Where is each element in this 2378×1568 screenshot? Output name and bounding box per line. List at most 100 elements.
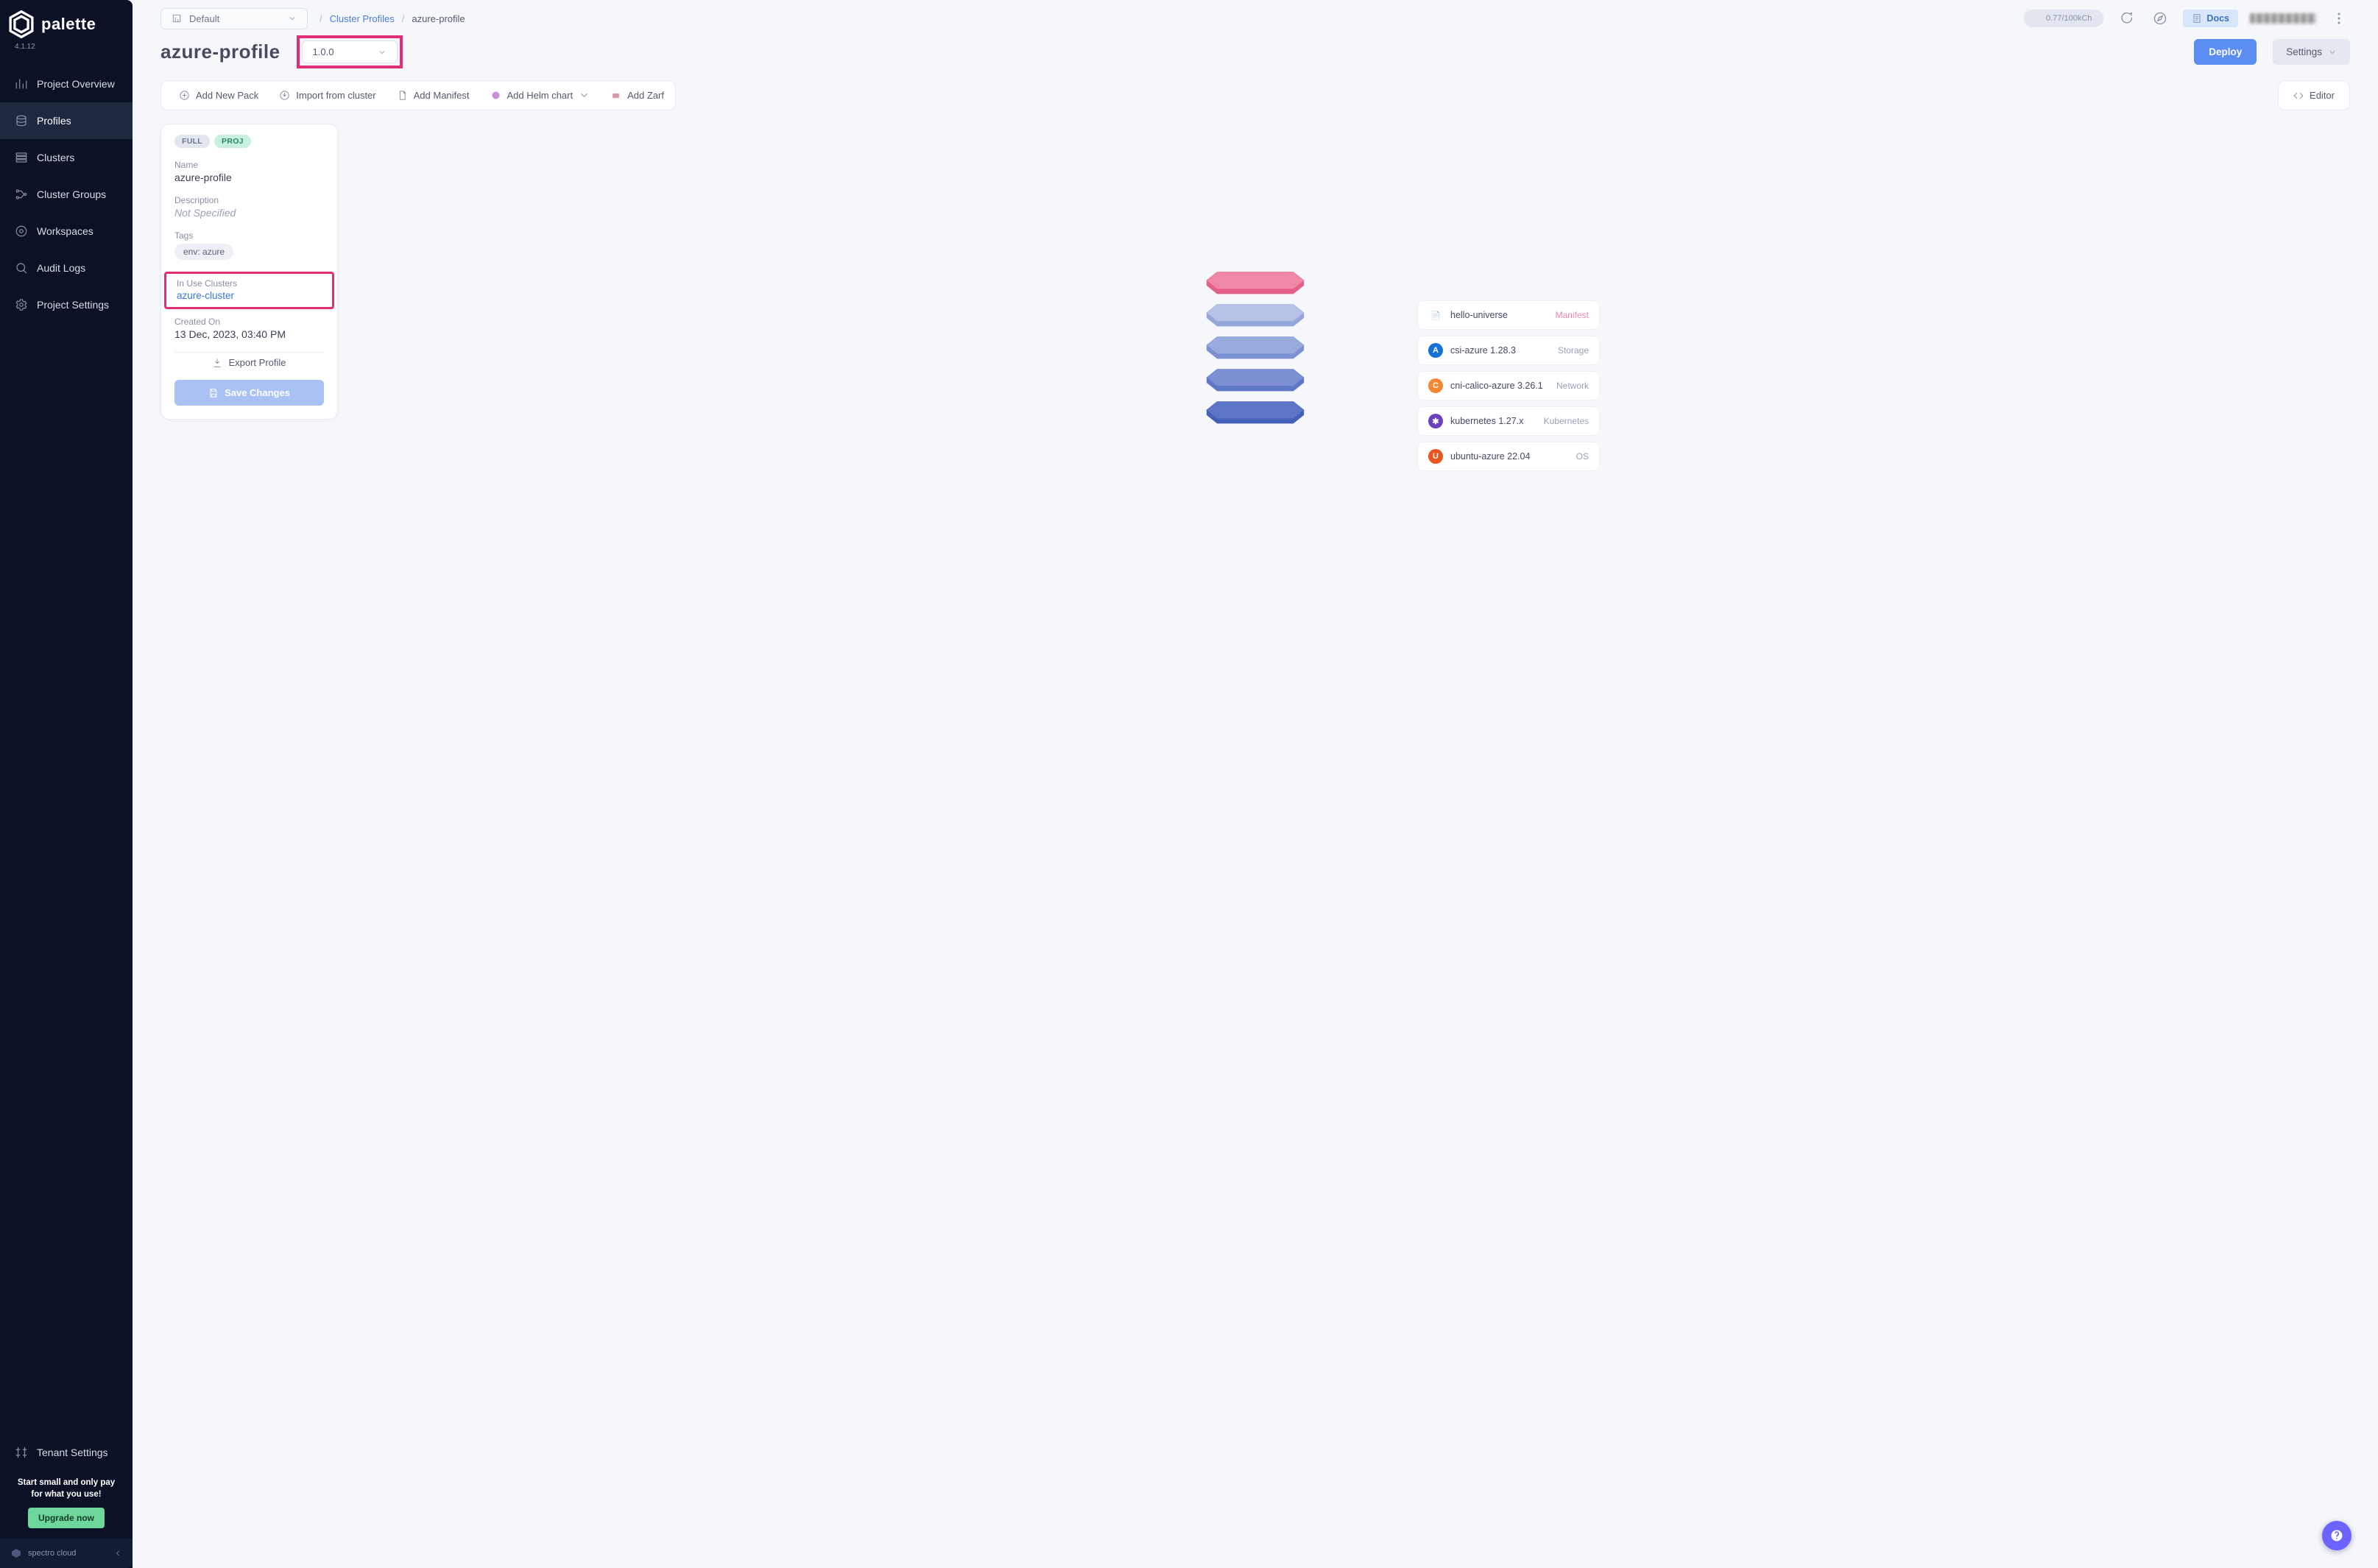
add-helm-button[interactable]: Add Helm chart bbox=[490, 90, 590, 101]
layer-4[interactable] bbox=[1167, 393, 1344, 427]
main: Default / Cluster Profiles / azure-profi… bbox=[133, 0, 2378, 1568]
help-fab[interactable] bbox=[2322, 1521, 2351, 1550]
logo: palette bbox=[0, 0, 133, 41]
legend-item-2[interactable]: C cni-calico-azure 3.26.1 Network bbox=[1417, 371, 1600, 400]
nav-label: Cluster Groups bbox=[37, 188, 106, 200]
settings-button[interactable]: Settings bbox=[2273, 39, 2350, 65]
badge-proj: PROJ bbox=[214, 135, 251, 148]
import-cluster-button[interactable]: Import from cluster bbox=[279, 90, 375, 101]
title-row: azure-profile 1.0.0 Deploy Settings bbox=[138, 32, 2372, 76]
legend-kind: Manifest bbox=[1556, 310, 1589, 320]
breadcrumb-current: azure-profile bbox=[412, 13, 465, 24]
nav-label: Tenant Settings bbox=[37, 1447, 108, 1458]
layer-3[interactable] bbox=[1167, 361, 1344, 395]
nav-label: Clusters bbox=[37, 152, 74, 163]
plus-circle-icon bbox=[179, 90, 190, 101]
nav-label: Audit Logs bbox=[37, 262, 85, 274]
usage-pill[interactable]: 0.77/100kCh bbox=[2024, 10, 2103, 27]
profiles-icon bbox=[15, 114, 28, 127]
chat-icon[interactable] bbox=[2115, 7, 2137, 29]
save-changes-button[interactable]: Save Changes bbox=[174, 380, 324, 406]
legend-glyph: U bbox=[1428, 449, 1443, 464]
brand-name: spectro cloud bbox=[28, 1549, 76, 1558]
upgrade-button[interactable]: Upgrade now bbox=[28, 1508, 105, 1528]
breadcrumb-link[interactable]: Cluster Profiles bbox=[330, 13, 395, 24]
brand-footer[interactable]: spectro cloud bbox=[0, 1539, 133, 1568]
sidebar-item-tenant-settings[interactable]: Tenant Settings bbox=[0, 1434, 133, 1471]
add-zarf-button[interactable]: Add Zarf bbox=[610, 90, 664, 101]
layer-0[interactable] bbox=[1167, 264, 1344, 297]
tenant-settings-icon bbox=[15, 1446, 28, 1459]
add-pack-button[interactable]: Add New Pack bbox=[179, 90, 258, 101]
deploy-button[interactable]: Deploy bbox=[2194, 39, 2257, 65]
download-circle-icon bbox=[279, 90, 290, 101]
legend-kind: OS bbox=[1576, 451, 1589, 462]
breadcrumb: / Cluster Profiles / azure-profile bbox=[320, 13, 465, 24]
topbar: Default / Cluster Profiles / azure-profi… bbox=[138, 0, 2372, 32]
upgrade-box: Start small and only pay for what you us… bbox=[0, 1471, 133, 1539]
desc-label: Description bbox=[161, 195, 337, 205]
badge-full: FULL bbox=[174, 135, 210, 148]
sidebar-item-project-overview[interactable]: Project Overview bbox=[0, 66, 133, 102]
project-selector[interactable]: Default bbox=[160, 8, 308, 29]
legend-title: csi-azure 1.28.3 bbox=[1450, 345, 1516, 356]
manifest-icon bbox=[397, 90, 408, 101]
upgrade-line1: Start small and only pay bbox=[9, 1477, 124, 1488]
tag-chip: env: azure bbox=[174, 244, 233, 260]
compass-icon[interactable] bbox=[2149, 7, 2171, 29]
legend-kind: Storage bbox=[1558, 345, 1589, 356]
editor-button[interactable]: Editor bbox=[2278, 80, 2350, 110]
docs-button[interactable]: Docs bbox=[2183, 10, 2238, 27]
nav: Project Overview Profiles Clusters Clust… bbox=[0, 66, 133, 1539]
user-name-redacted[interactable] bbox=[2250, 13, 2316, 24]
in-use-highlight: In Use Clusters azure-cluster bbox=[164, 272, 334, 309]
sidebar-item-cluster-groups[interactable]: Cluster Groups bbox=[0, 176, 133, 213]
layer-2[interactable] bbox=[1167, 328, 1344, 362]
legend-kind: Kubernetes bbox=[1544, 416, 1589, 426]
legend-item-1[interactable]: A csi-azure 1.28.3 Storage bbox=[1417, 336, 1600, 365]
layer-legend: 📄 hello-universe Manifest A csi-azure 1.… bbox=[1417, 300, 1600, 471]
legend-item-3[interactable]: ✱ kubernetes 1.27.x Kubernetes bbox=[1417, 406, 1600, 436]
legend-item-0[interactable]: 📄 hello-universe Manifest bbox=[1417, 300, 1600, 330]
legend-title: cni-calico-azure 3.26.1 bbox=[1450, 381, 1543, 391]
code-icon bbox=[2293, 91, 2304, 101]
sidebar: palette 4.1.12 Project Overview Profiles… bbox=[0, 0, 133, 1568]
sidebar-item-project-settings[interactable]: Project Settings bbox=[0, 286, 133, 323]
settings-label: Settings bbox=[2286, 46, 2322, 57]
version-dropdown[interactable]: 1.0.0 bbox=[302, 40, 398, 63]
legend-kind: Network bbox=[1556, 381, 1589, 391]
project-name: Default bbox=[189, 13, 219, 24]
add-manifest-button[interactable]: Add Manifest bbox=[397, 90, 470, 101]
desc-value: Not Specified bbox=[161, 207, 337, 219]
nav-label: Project Settings bbox=[37, 299, 109, 311]
version-value: 1.0.0 bbox=[313, 46, 334, 57]
sidebar-item-audit-logs[interactable]: Audit Logs bbox=[0, 250, 133, 286]
toolbar: Add New Pack Import from cluster Add Man… bbox=[160, 80, 676, 110]
legend-glyph: 📄 bbox=[1428, 308, 1443, 322]
cluster-groups-icon bbox=[15, 188, 28, 201]
sidebar-item-profiles[interactable]: Profiles bbox=[0, 102, 133, 139]
workspaces-icon bbox=[15, 225, 28, 238]
export-profile-button[interactable]: Export Profile bbox=[174, 352, 324, 374]
sidebar-item-workspaces[interactable]: Workspaces bbox=[0, 213, 133, 250]
tags-label: Tags bbox=[161, 230, 337, 241]
layer-1[interactable] bbox=[1167, 296, 1344, 330]
legend-glyph: A bbox=[1428, 343, 1443, 358]
settings-icon bbox=[15, 298, 28, 311]
chevron-down-icon bbox=[579, 90, 590, 101]
audit-logs-icon bbox=[15, 261, 28, 275]
name-label: Name bbox=[161, 160, 337, 170]
inuse-cluster-link[interactable]: azure-cluster bbox=[177, 290, 322, 301]
legend-title: ubuntu-azure 22.04 bbox=[1450, 451, 1530, 462]
legend-title: hello-universe bbox=[1450, 310, 1508, 320]
legend-item-4[interactable]: U ubuntu-azure 22.04 OS bbox=[1417, 442, 1600, 471]
menu-dots-icon[interactable] bbox=[2328, 7, 2350, 29]
chevron-down-icon bbox=[378, 48, 387, 57]
zarf-icon bbox=[610, 90, 621, 101]
nav-label: Profiles bbox=[37, 115, 71, 127]
sidebar-item-clusters[interactable]: Clusters bbox=[0, 139, 133, 176]
helm-icon bbox=[490, 90, 501, 101]
page-title: azure-profile bbox=[160, 40, 281, 63]
docs-icon bbox=[2192, 13, 2202, 24]
save-icon bbox=[208, 388, 219, 398]
